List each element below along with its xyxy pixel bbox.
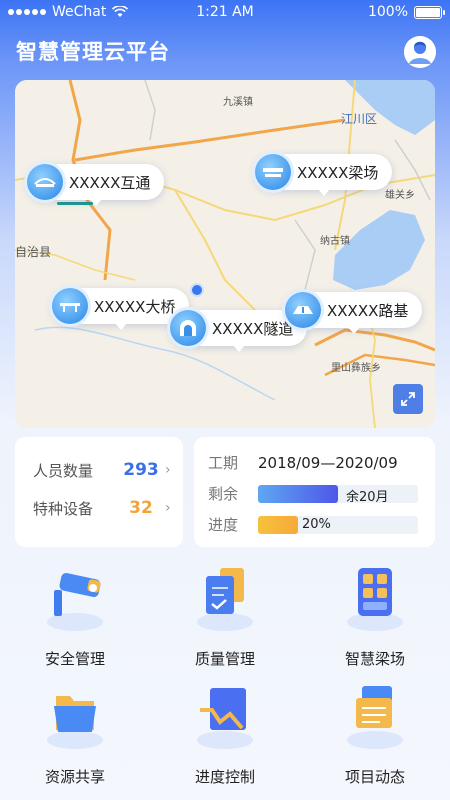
map-marker-label: XXXXX互通 <box>69 173 151 192</box>
remaining-bar: 余20月 <box>258 484 418 505</box>
remaining-value: 余20月 <box>346 489 389 505</box>
selected-indicator <box>57 202 93 205</box>
app-title: 智慧管理云平台 <box>16 40 170 64</box>
equipment-label: 特种设备 <box>33 499 94 518</box>
map-place-label: 雄关乡 <box>385 190 415 201</box>
map-marker-label: XXXXX路基 <box>327 301 409 320</box>
personnel-value: 293 <box>123 460 159 480</box>
progress-label: 进度 <box>208 516 239 534</box>
bridge-icon <box>52 288 88 324</box>
smart-beam-yard-icon <box>347 568 403 631</box>
user-icon <box>404 36 436 68</box>
map-place-label: 里山彝族乡 <box>331 363 381 374</box>
module-progress-control[interactable]: 进度控制 <box>150 676 300 791</box>
progress-value: 20% <box>302 516 331 532</box>
remaining-row: 剩余 余20月 <box>208 478 435 509</box>
module-label: 项目动态 <box>344 768 405 786</box>
chevron-right-icon: › <box>165 462 171 478</box>
equipment-count-row[interactable]: 特种设备 32 › <box>33 489 183 527</box>
expand-icon <box>401 392 415 406</box>
module-smart-beam-yard[interactable]: 智慧梁场 <box>300 558 450 673</box>
map-marker-beam-yard[interactable]: XXXXX梁场 <box>255 154 393 196</box>
period-value: 2018/09—2020/09 <box>258 453 398 472</box>
map-marker-bridge[interactable]: XXXXX大桥 <box>52 288 190 330</box>
progress-row: 进度 20% <box>208 509 435 540</box>
roadbed-icon <box>285 292 321 328</box>
period-row: 工期 2018/09—2020/09 <box>208 447 435 478</box>
quality-document-icon <box>197 568 253 631</box>
map-place-label: 纳古镇 <box>320 236 350 247</box>
shared-folder-icon <box>47 696 103 749</box>
current-location-marker <box>190 283 204 297</box>
map-marker-label: XXXXX隧道 <box>212 319 294 338</box>
stats-card: 人员数量 293 › 特种设备 32 › <box>15 437 183 547</box>
module-label: 资源共享 <box>44 768 105 786</box>
battery-percent: 100% <box>367 4 408 20</box>
map-marker-label: XXXXX梁场 <box>297 163 379 182</box>
period-label: 工期 <box>208 454 239 472</box>
user-avatar[interactable] <box>404 36 436 68</box>
status-bar: WeChat 1:21 AM 100% <box>0 0 450 26</box>
progress-chart-icon <box>197 688 253 749</box>
module-label: 安全管理 <box>44 650 105 668</box>
module-project-news[interactable]: 项目动态 <box>300 676 450 791</box>
map-place-label: 自治县 <box>15 245 52 259</box>
chevron-right-icon: › <box>165 500 171 516</box>
map-marker-label: XXXXX大桥 <box>94 297 176 316</box>
project-news-icon <box>347 686 403 749</box>
map-background <box>15 80 435 428</box>
module-quality-management[interactable]: 质量管理 <box>150 558 300 673</box>
project-progress-card: 工期 2018/09—2020/09 剩余 余20月 进度 20% <box>194 437 435 547</box>
battery-icon <box>414 5 445 19</box>
equipment-value: 32 <box>129 498 153 518</box>
module-label: 质量管理 <box>194 650 255 668</box>
remaining-bar-fill <box>258 484 338 503</box>
map-place-label: 九溪镇 <box>223 97 253 108</box>
remaining-label: 剩余 <box>208 485 239 503</box>
module-label: 进度控制 <box>194 768 255 786</box>
module-safety-management[interactable]: 安全管理 <box>0 558 150 673</box>
map-marker-interchange[interactable]: XXXXX互通 <box>27 164 165 206</box>
progress-bar: 20% <box>258 515 418 534</box>
project-map[interactable]: 九溪镇 江川区 雄关乡 纳古镇 自治县 里山彝族乡 XXXXX互通 XXXXX梁… <box>15 80 435 428</box>
module-resource-sharing[interactable]: 资源共享 <box>0 676 150 791</box>
interchange-icon <box>27 164 63 200</box>
module-label: 智慧梁场 <box>344 650 405 668</box>
personnel-count-row[interactable]: 人员数量 293 › <box>33 451 183 489</box>
map-marker-roadbed[interactable]: XXXXX路基 <box>285 292 423 334</box>
tunnel-icon <box>170 310 206 346</box>
progress-bar-fill <box>258 515 298 534</box>
beam-yard-icon <box>255 154 291 190</box>
personnel-label: 人员数量 <box>33 461 94 480</box>
security-camera-icon <box>47 572 103 631</box>
map-place-label: 江川区 <box>341 112 378 126</box>
fullscreen-button[interactable] <box>393 384 423 414</box>
